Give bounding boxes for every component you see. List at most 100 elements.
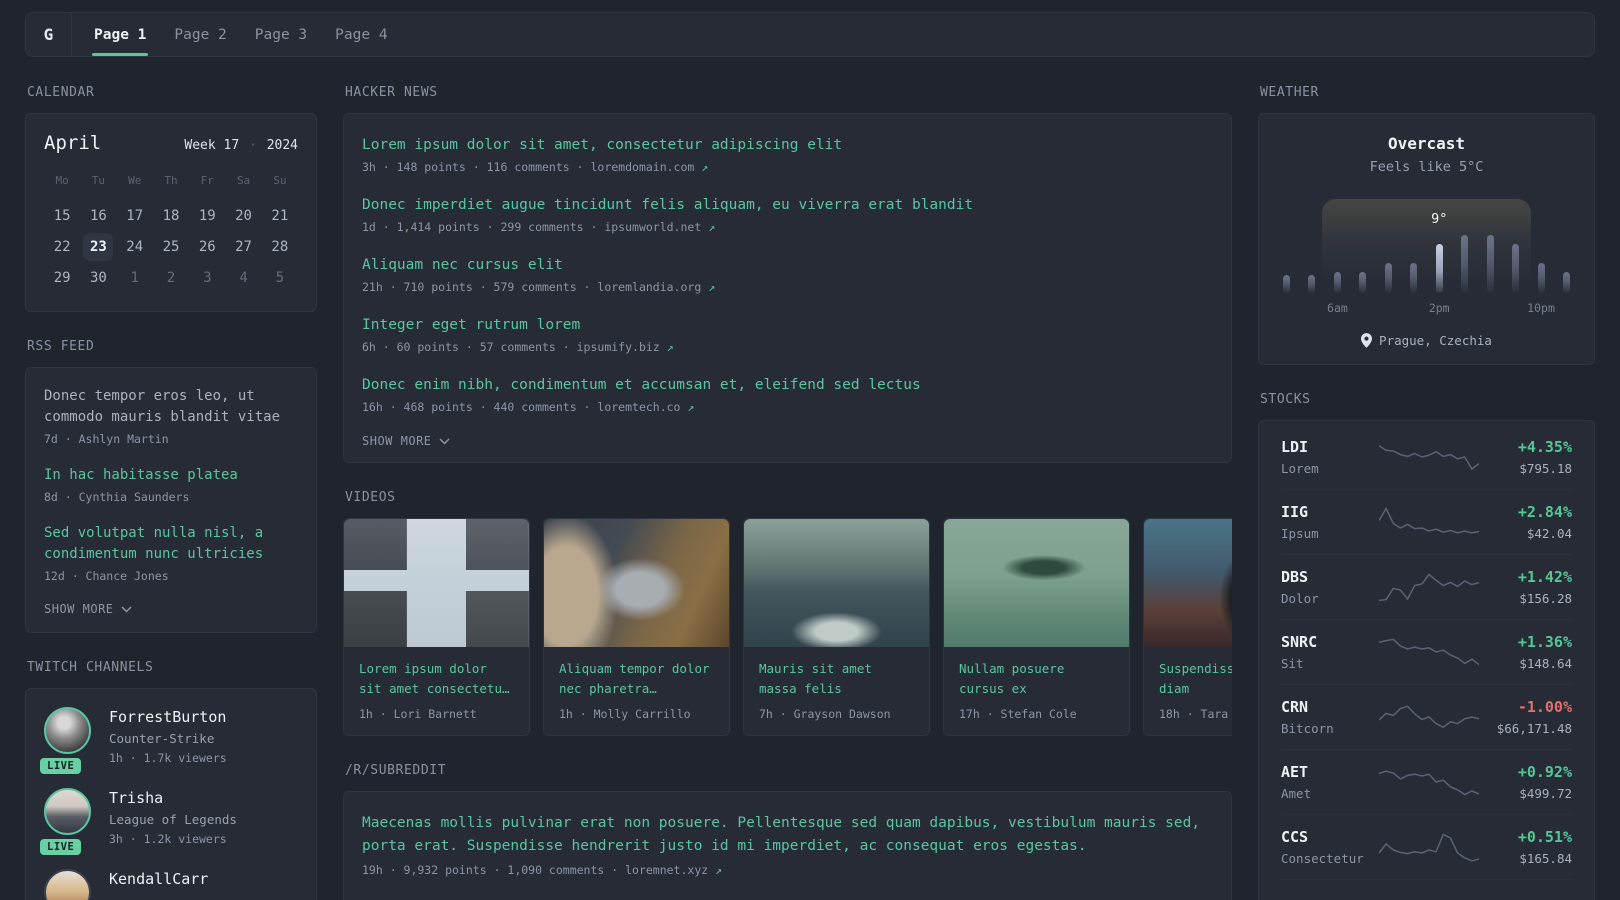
calendar-day: 3 xyxy=(189,262,225,293)
video-thumbnail[interactable] xyxy=(344,519,529,647)
calendar-weekday-label: Th xyxy=(164,174,178,187)
calendar-day-number: 18 xyxy=(162,207,180,224)
stock-change: +2.84% xyxy=(1517,503,1572,521)
nav-tab[interactable]: Page 1 xyxy=(80,13,160,56)
twitch-channel-info: KendallCarr xyxy=(109,869,208,900)
video-thumbnail[interactable] xyxy=(744,519,929,647)
calendar-day: 21 xyxy=(262,200,298,231)
hn-item-title[interactable]: Lorem ipsum dolor sit amet, consectetur … xyxy=(362,134,1213,156)
video-title-line2[interactable]: sit amet consectetu… xyxy=(359,679,514,699)
hn-item-title[interactable]: Aliquam nec cursus elit xyxy=(362,254,1213,276)
weather-hour-label: 10pm xyxy=(1527,301,1555,315)
stock-id: IIG Ipsum xyxy=(1281,502,1377,542)
hn-item-meta: 1d · 1,414 points · 299 comments · ipsum… xyxy=(362,220,1213,234)
video-card[interactable]: Lorem ipsum dolor sit amet consectetu… 1… xyxy=(343,518,530,736)
stocks-widget-header: STOCKS xyxy=(1260,392,1311,407)
video-title-line2[interactable]: cursus ex xyxy=(959,679,1114,699)
video-title-line2[interactable]: diam xyxy=(1159,679,1232,699)
rss-item-title[interactable]: In hac habitasse platea xyxy=(44,465,298,486)
video-card[interactable]: Nullam posuere cursus ex 17h · Stefan Co… xyxy=(943,518,1130,736)
calendar-day: 30 xyxy=(80,262,116,293)
stock-change: +0.92% xyxy=(1517,763,1572,781)
twitch-channel-game: Counter-Strike xyxy=(109,731,215,746)
stock-row[interactable]: AET Amet +0.92% $499.72 xyxy=(1281,749,1572,814)
stock-row[interactable]: DBS Dolor +1.42% $156.28 xyxy=(1281,554,1572,619)
stock-row[interactable]: LDI Lorem +4.35% $795.18 xyxy=(1281,425,1572,489)
video-thumbnail[interactable] xyxy=(944,519,1129,647)
video-title-line1[interactable]: Lorem ipsum dolor xyxy=(359,659,514,679)
app-logo[interactable]: G xyxy=(26,13,72,56)
calendar-day-number: 24 xyxy=(126,238,144,255)
rss-list: Donec tempor eros leo, ut commodo mauris… xyxy=(44,386,298,583)
rss-item: In hac habitasse platea 8d · Cynthia Sau… xyxy=(44,465,298,504)
calendar-top-row: April Week 17 · 2024 xyxy=(44,132,298,154)
weather-bar xyxy=(1537,263,1545,293)
calendar-weekday-label: Su xyxy=(273,174,287,187)
stock-list: LDI Lorem +4.35% $795.18 IIG Ipsum +2.84… xyxy=(1281,425,1572,900)
nav-tab[interactable]: Page 3 xyxy=(241,13,321,56)
stock-row[interactable]: CRN Bitcorn -1.00% $66,171.48 xyxy=(1281,684,1572,749)
nav-tab-label: Page 2 xyxy=(174,26,227,43)
video-thumbnail[interactable] xyxy=(1144,519,1232,647)
twitch-channel-row[interactable]: KendallCarr xyxy=(44,869,298,900)
stock-row[interactable]: IIG Ipsum +2.84% $42.04 xyxy=(1281,489,1572,554)
hn-item-title[interactable]: Donec imperdiet augue tincidunt felis al… xyxy=(362,194,1213,216)
live-badge: LIVE xyxy=(40,758,82,774)
twitch-channel-row[interactable]: LIVE Trisha League of Legends 3h · 1.2k … xyxy=(40,788,298,855)
video-title-line2[interactable]: massa felis xyxy=(759,679,914,699)
video-title-line1[interactable]: Mauris sit amet xyxy=(759,659,914,679)
videos-widget-header: VIDEOS xyxy=(345,490,396,505)
video-card[interactable]: Mauris sit amet massa felis 7h · Grayson… xyxy=(743,518,930,736)
twitch-widget-header: TWITCH CHANNELS xyxy=(27,660,154,675)
rss-item-title[interactable]: Donec tempor eros leo, ut commodo mauris… xyxy=(44,386,298,428)
stock-sparkline xyxy=(1377,830,1480,864)
video-title-line1[interactable]: Suspendisse xyxy=(1159,659,1232,679)
avatar xyxy=(44,707,91,754)
external-link-arrow-icon[interactable]: ↗ xyxy=(708,280,715,294)
video-card-body: Mauris sit amet massa felis 7h · Grayson… xyxy=(744,647,929,735)
hackernews-list: Lorem ipsum dolor sit amet, consectetur … xyxy=(362,134,1213,414)
hackernews-show-more-button[interactable]: SHOW MORE xyxy=(362,434,1213,448)
external-link-arrow-icon[interactable]: ↗ xyxy=(708,220,715,234)
hackernews-card: Lorem ipsum dolor sit amet, consectetur … xyxy=(343,113,1232,463)
hackernews-widget: HACKER NEWS Lorem ipsum dolor sit amet, … xyxy=(343,85,1232,463)
video-card[interactable]: Aliquam tempor dolor nec pharetra… 1h · … xyxy=(543,518,730,736)
stock-row[interactable]: CCS Consectetur +0.51% $165.84 xyxy=(1281,814,1572,879)
chevron-down-icon xyxy=(121,605,132,613)
stock-row[interactable]: SNRC Sit +1.36% $148.64 xyxy=(1281,619,1572,684)
rss-item-title[interactable]: Sed volutpat nulla nisl, a condimentum n… xyxy=(44,523,298,565)
reddit-post-meta: 19h · 9,932 points · 1,090 comments · lo… xyxy=(362,863,1213,877)
external-link-arrow-icon[interactable]: ↗ xyxy=(667,340,674,354)
video-card[interactable]: Suspendisse diam 18h · Tara xyxy=(1143,518,1232,736)
external-link-arrow-icon[interactable]: ↗ xyxy=(687,400,694,414)
calendar-day-number: 5 xyxy=(275,269,285,286)
external-link-arrow-icon[interactable]: ↗ xyxy=(701,160,708,174)
stock-symbol: SNRC xyxy=(1281,633,1318,651)
video-thumbnail[interactable] xyxy=(544,519,729,647)
video-title-line2[interactable]: nec pharetra… xyxy=(559,679,714,699)
rss-item-meta: 7d · Ashlyn Martin xyxy=(44,432,169,446)
stock-name: Bitcorn xyxy=(1281,721,1334,736)
hn-item-title[interactable]: Integer eget rutrum lorem xyxy=(362,314,1213,336)
calendar-widget: CALENDAR April Week 17 · 2024 Mo Tu We T… xyxy=(25,85,317,312)
video-title-line1[interactable]: Aliquam tempor dolor xyxy=(559,659,714,679)
nav-tab-label: Page 3 xyxy=(254,26,308,43)
calendar-day: 18 xyxy=(153,200,189,231)
stock-row[interactable]: AHS +0.46% xyxy=(1281,879,1572,900)
calendar-day-number: 23 xyxy=(83,232,114,261)
stock-sparkline xyxy=(1377,505,1480,539)
video-title-line1[interactable]: Nullam posuere xyxy=(959,659,1114,679)
nav-tab[interactable]: Page 2 xyxy=(160,13,240,56)
stock-symbol: CCS xyxy=(1281,828,1309,846)
hn-item-title[interactable]: Donec enim nibh, condimentum et accumsan… xyxy=(362,374,1213,396)
external-link-arrow-icon[interactable]: ↗ xyxy=(715,863,722,877)
rss-show-more-button[interactable]: SHOW MORE xyxy=(44,602,298,616)
calendar-day-number: 1 xyxy=(130,269,139,286)
reddit-post-title[interactable]: Maecenas mollis pulvinar erat non posuer… xyxy=(362,812,1213,858)
twitch-channel-row[interactable]: LIVE ForrestBurton Counter-Strike 1h · 1… xyxy=(40,707,298,774)
stock-values: +2.84% $42.04 xyxy=(1480,502,1572,542)
stock-values: +1.42% $156.28 xyxy=(1480,567,1572,607)
calendar-day: 19 xyxy=(189,200,225,231)
nav-tab[interactable]: Page 4 xyxy=(321,13,401,56)
calendar-day-number: 27 xyxy=(235,238,252,255)
